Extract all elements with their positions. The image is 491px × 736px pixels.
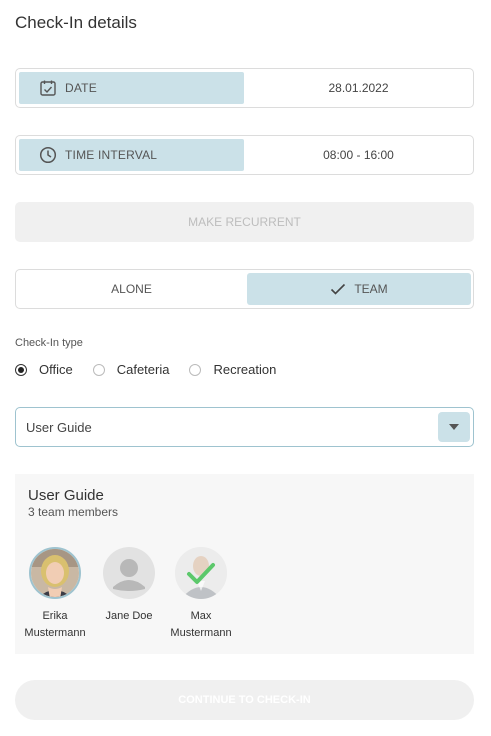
alone-option[interactable]: ALONE <box>16 273 247 305</box>
radio-recreation-dot[interactable] <box>189 363 202 376</box>
checked-in-check-icon <box>187 563 215 584</box>
member-name: Erika Mustermann <box>24 610 86 639</box>
alone-label: ALONE <box>111 282 152 296</box>
date-field[interactable]: DATE 28.01.2022 <box>15 68 474 108</box>
radio-office-label: Office <box>39 362 73 377</box>
time-value[interactable]: 08:00 - 16:00 <box>244 136 473 174</box>
checkin-type-radio-group: Office Cafeteria Recreation <box>15 362 296 377</box>
date-label: DATE <box>65 81 97 95</box>
team-select-value: User Guide <box>26 419 92 435</box>
chevron-down-icon <box>449 424 459 430</box>
alone-team-toggle: ALONE TEAM <box>15 269 474 309</box>
radio-recreation[interactable]: Recreation <box>189 362 276 377</box>
checkin-type-label: Check-In type <box>15 337 83 349</box>
team-card: User Guide 3 team members Erika Musterma… <box>15 474 474 654</box>
team-select[interactable]: User Guide <box>15 407 474 447</box>
team-member[interactable]: Jane Doe <box>89 547 169 625</box>
calendar-check-icon <box>39 79 57 97</box>
continue-to-checkin-button[interactable]: CONTINUE TO CHECK-IN <box>15 680 474 720</box>
team-member[interactable]: Max Mustermann <box>161 547 241 642</box>
member-name: Jane Doe <box>105 610 153 622</box>
date-value[interactable]: 28.01.2022 <box>244 69 473 107</box>
radio-office-dot[interactable] <box>15 363 27 376</box>
team-option[interactable]: TEAM <box>247 273 471 305</box>
team-name: User Guide <box>28 487 104 504</box>
radio-recreation-label: Recreation <box>213 362 277 377</box>
clock-icon <box>39 146 57 164</box>
checkmark-icon <box>331 283 346 295</box>
team-select-dropdown-button[interactable] <box>438 412 470 442</box>
radio-cafeteria-label: Cafeteria <box>116 362 170 377</box>
page-title: Check-In details <box>15 13 137 32</box>
radio-cafeteria-dot[interactable] <box>92 363 105 376</box>
avatar <box>29 547 81 599</box>
team-member[interactable]: Erika Mustermann <box>15 547 95 642</box>
make-recurrent-button[interactable]: MAKE RECURRENT <box>15 202 474 242</box>
time-interval-field[interactable]: TIME INTERVAL 08:00 - 16:00 <box>15 135 474 175</box>
avatar <box>175 547 227 599</box>
team-member-count: 3 team members <box>28 505 119 519</box>
avatar <box>103 547 155 599</box>
radio-cafeteria[interactable]: Cafeteria <box>92 362 170 377</box>
time-label: TIME INTERVAL <box>65 148 158 162</box>
date-label-box: DATE <box>19 72 244 104</box>
time-label-box: TIME INTERVAL <box>19 139 244 171</box>
team-label: TEAM <box>354 282 388 296</box>
radio-office[interactable]: Office <box>15 362 73 377</box>
member-name: Max Mustermann <box>170 610 232 639</box>
